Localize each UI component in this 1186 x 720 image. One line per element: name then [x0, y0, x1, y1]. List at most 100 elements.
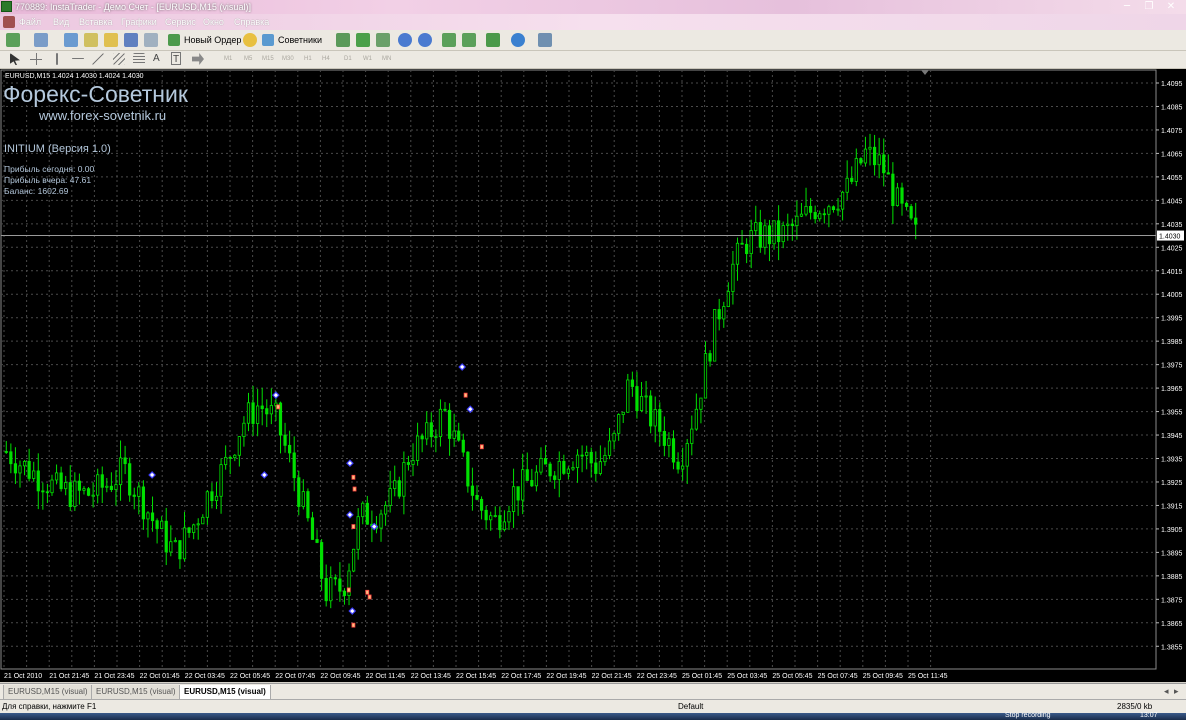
x-tick-label: 25 Oct 01:45	[682, 673, 722, 680]
crosshair-icon[interactable]	[30, 53, 42, 65]
plot-frame	[0, 69, 1157, 670]
candle-body	[735, 242, 740, 265]
navigator-icon[interactable]	[104, 33, 118, 47]
tester-icon[interactable]	[144, 33, 158, 47]
candle-body	[809, 205, 813, 213]
tab-chart-2[interactable]: EURUSD,M15 (visual)	[91, 685, 181, 700]
profiles-icon[interactable]	[34, 33, 48, 47]
trendline-icon[interactable]	[92, 53, 104, 65]
candle-body	[96, 474, 100, 496]
ea-name: INITIUM (Версия 1.0)	[4, 143, 111, 155]
y-tick-label: 1.3895	[1161, 550, 1183, 557]
timeframe-m30[interactable]: M30	[282, 53, 294, 66]
experts-button[interactable]: Советники	[260, 32, 322, 48]
candle-body	[155, 520, 159, 529]
close-button[interactable]: ✕	[1162, 1, 1180, 13]
candle-body	[283, 434, 287, 446]
text-tool-icon[interactable]: A	[153, 52, 160, 66]
candle-body	[694, 408, 698, 430]
market-watch-icon[interactable]	[64, 33, 78, 47]
x-tick-label: 25 Oct 09:45	[863, 673, 903, 680]
menu-charts[interactable]: Графики	[121, 14, 157, 30]
fibonacci-icon[interactable]	[133, 53, 145, 65]
channel-icon[interactable]	[113, 53, 125, 65]
candle-body	[543, 458, 548, 465]
zoom-out-icon[interactable]	[418, 33, 432, 47]
new-order-button[interactable]: Новый Ордер	[166, 32, 241, 48]
timeframe-h4[interactable]: H4	[322, 53, 330, 66]
trade-marker-buy	[148, 471, 156, 479]
timeframe-d1[interactable]: D1	[344, 53, 352, 66]
tab-chart-3[interactable]: EURUSD,M15 (visual)	[179, 685, 271, 700]
menu-tools[interactable]: Сервис	[165, 14, 196, 30]
candle-body	[438, 408, 443, 438]
trade-marker-sell	[365, 589, 370, 595]
timeframe-mn[interactable]: MN	[382, 53, 391, 66]
chart-shift-marker[interactable]	[921, 70, 929, 75]
stop-recording-button[interactable]: Stop recording	[1005, 711, 1051, 720]
candle-body	[105, 485, 109, 488]
profit-today: Прибыль сегодня: 0.00	[4, 164, 95, 174]
bar-chart-icon[interactable]	[336, 33, 350, 47]
candle-body	[429, 422, 433, 438]
candle-body	[379, 513, 383, 529]
minimize-button[interactable]: ─	[1118, 1, 1136, 13]
maximize-button[interactable]: ❐	[1140, 1, 1158, 13]
candlesticks-icon[interactable]	[356, 33, 370, 47]
terminal-icon[interactable]	[124, 33, 138, 47]
zoom-in-icon[interactable]	[398, 33, 412, 47]
vertical-line-icon[interactable]	[56, 53, 58, 65]
timeframe-m1[interactable]: M1	[224, 53, 232, 66]
chart-window[interactable]: 1.4095 1.4085 1.4075 1.4065 1.4055 1.4045 1.40…	[0, 69, 1186, 682]
trade-marker-sell	[276, 404, 281, 410]
horizontal-line-icon[interactable]	[72, 58, 84, 59]
menu-insert[interactable]: Вставка	[79, 14, 112, 30]
menu-help[interactable]: Справка	[234, 14, 269, 30]
tab-chart-1[interactable]: EURUSD,M15 (visual)	[3, 685, 93, 700]
timeframe-w1[interactable]: W1	[363, 53, 372, 66]
menu-window[interactable]: Окно	[203, 14, 224, 30]
tabs-scroll-icon[interactable]: ◂	[1164, 686, 1169, 697]
chart-shift-icon[interactable]	[442, 33, 456, 47]
text-label-icon[interactable]: T	[171, 52, 182, 65]
candle-body	[393, 480, 397, 489]
metaeditor-icon[interactable]	[243, 33, 257, 47]
candle-body	[548, 463, 552, 477]
candle-body	[681, 465, 685, 470]
trade-marker-sell	[351, 474, 356, 480]
candle-body	[114, 484, 118, 490]
periods-icon[interactable]	[511, 33, 525, 47]
candle-body	[740, 242, 744, 245]
menu-file[interactable]: Файл	[19, 14, 41, 30]
y-tick-label: 1.4075	[1161, 128, 1183, 135]
candle-body	[598, 461, 602, 474]
y-tick-label: 1.3995	[1161, 316, 1183, 323]
templates-icon[interactable]	[538, 33, 552, 47]
data-window-icon[interactable]	[84, 33, 98, 47]
timeframe-m5[interactable]: M5	[244, 53, 252, 66]
cursor-icon[interactable]	[10, 53, 20, 65]
x-tick-label: 22 Oct 17:45	[501, 673, 541, 680]
indicators-icon[interactable]	[486, 33, 500, 47]
candle-body	[128, 463, 132, 496]
candle-body	[18, 465, 22, 474]
line-chart-icon[interactable]	[376, 33, 390, 47]
candle-body	[507, 511, 511, 523]
x-tick-label: 22 Oct 03:45	[185, 673, 225, 680]
candle-body	[676, 461, 680, 470]
autoscroll-icon[interactable]	[462, 33, 476, 47]
arrows-icon[interactable]	[192, 53, 204, 65]
candle-body	[9, 451, 13, 465]
tabs-scroll-right-icon[interactable]: ▸	[1174, 686, 1179, 697]
new-chart-icon[interactable]	[6, 33, 20, 47]
trade-marker-sell	[367, 594, 372, 600]
candle-body	[831, 206, 836, 211]
timeframe-m15[interactable]: M15	[262, 53, 274, 66]
candle-body	[703, 353, 708, 399]
price-chart[interactable]: 1.4095 1.4085 1.4075 1.4065 1.4055 1.4045 1.40…	[0, 69, 1186, 682]
candle-body	[397, 480, 401, 497]
timeframe-h1[interactable]: H1	[304, 53, 312, 66]
menu-view[interactable]: Вид	[53, 14, 69, 30]
main-toolbar: Новый Ордер Советники	[0, 30, 1186, 51]
candle-body	[840, 191, 845, 210]
